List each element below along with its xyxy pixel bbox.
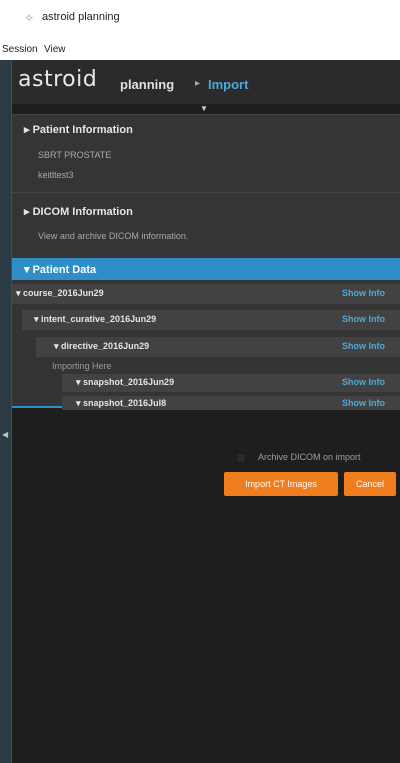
window-title-bar: ✧ astroid planning [0, 0, 400, 40]
dicom-information-title: ▸ DICOM Information [24, 206, 133, 218]
tree-row-label: ▾ intent_curative_2016Jun29 [34, 314, 157, 324]
menu-view[interactable]: View [44, 44, 66, 55]
app-header: astroid planning ▸ Import [12, 60, 400, 104]
tree-row-snapshot-jun29[interactable]: ▾ snapshot_2016Jun29 Show Info [62, 374, 400, 392]
patient-information-title: ▸ Patient Information [24, 124, 133, 136]
patient-information-panel[interactable]: ▸ Patient Information SBRT PROSTATE keit… [12, 114, 400, 192]
tree-row-course[interactable]: ▾ course_2016Jun29 Show Info [12, 284, 400, 304]
patient-data-tree: ▾ course_2016Jun29 Show Info ▾ intent_cu… [12, 280, 400, 412]
app-icon: ✧ [24, 11, 35, 25]
import-ct-images-button[interactable]: Import CT Images [224, 472, 338, 496]
menu-session[interactable]: Session [2, 44, 38, 55]
show-info-link[interactable]: Show Info [342, 288, 385, 298]
archive-dicom-checkbox[interactable] [236, 453, 246, 463]
tree-row-label: ▾ snapshot_2016Jun29 [76, 377, 175, 387]
importing-here-text: Importing Here [52, 361, 112, 371]
show-info-link[interactable]: Show Info [342, 341, 385, 351]
tree-row-intent[interactable]: ▾ intent_curative_2016Jun29 Show Info [22, 310, 400, 330]
cancel-button[interactable]: Cancel [344, 472, 396, 496]
tree-row-directive[interactable]: ▾ directive_2016Jun29 Show Info [36, 337, 400, 357]
show-info-link[interactable]: Show Info [342, 398, 385, 408]
show-info-link[interactable]: Show Info [342, 377, 385, 387]
patient-data-title: ▾ Patient Data [24, 264, 97, 276]
breadcrumb-planning[interactable]: planning [120, 77, 174, 92]
import-actions-area [12, 410, 400, 763]
menu-bar: Session View [0, 40, 400, 60]
collapse-left-icon[interactable]: ◀ [2, 430, 8, 439]
archive-dicom-label: Archive DICOM on import [258, 452, 361, 462]
left-sidebar-strip[interactable]: ◀ [0, 60, 12, 763]
dicom-information-panel[interactable]: ▸ DICOM Information View and archive DIC… [12, 192, 400, 258]
tree-row-label: ▾ course_2016Jun29 [16, 288, 104, 298]
collapse-header-icon[interactable]: ▼ [200, 104, 208, 113]
window-title: astroid planning [42, 11, 120, 23]
dicom-information-description: View and archive DICOM information. [38, 231, 189, 241]
breadcrumb-separator-icon: ▸ [195, 78, 201, 89]
tree-row-label: ▾ snapshot_2016Jul8 [76, 398, 167, 408]
breadcrumb-import: Import [208, 77, 249, 92]
astroid-logo: astroid [18, 67, 98, 92]
patient-data-header[interactable]: ▾ Patient Data [12, 258, 400, 280]
tree-row-label: ▾ directive_2016Jun29 [54, 341, 150, 351]
patient-id: keitltest3 [38, 170, 74, 180]
show-info-link[interactable]: Show Info [342, 314, 385, 324]
patient-plan-name: SBRT PROSTATE [38, 150, 112, 160]
